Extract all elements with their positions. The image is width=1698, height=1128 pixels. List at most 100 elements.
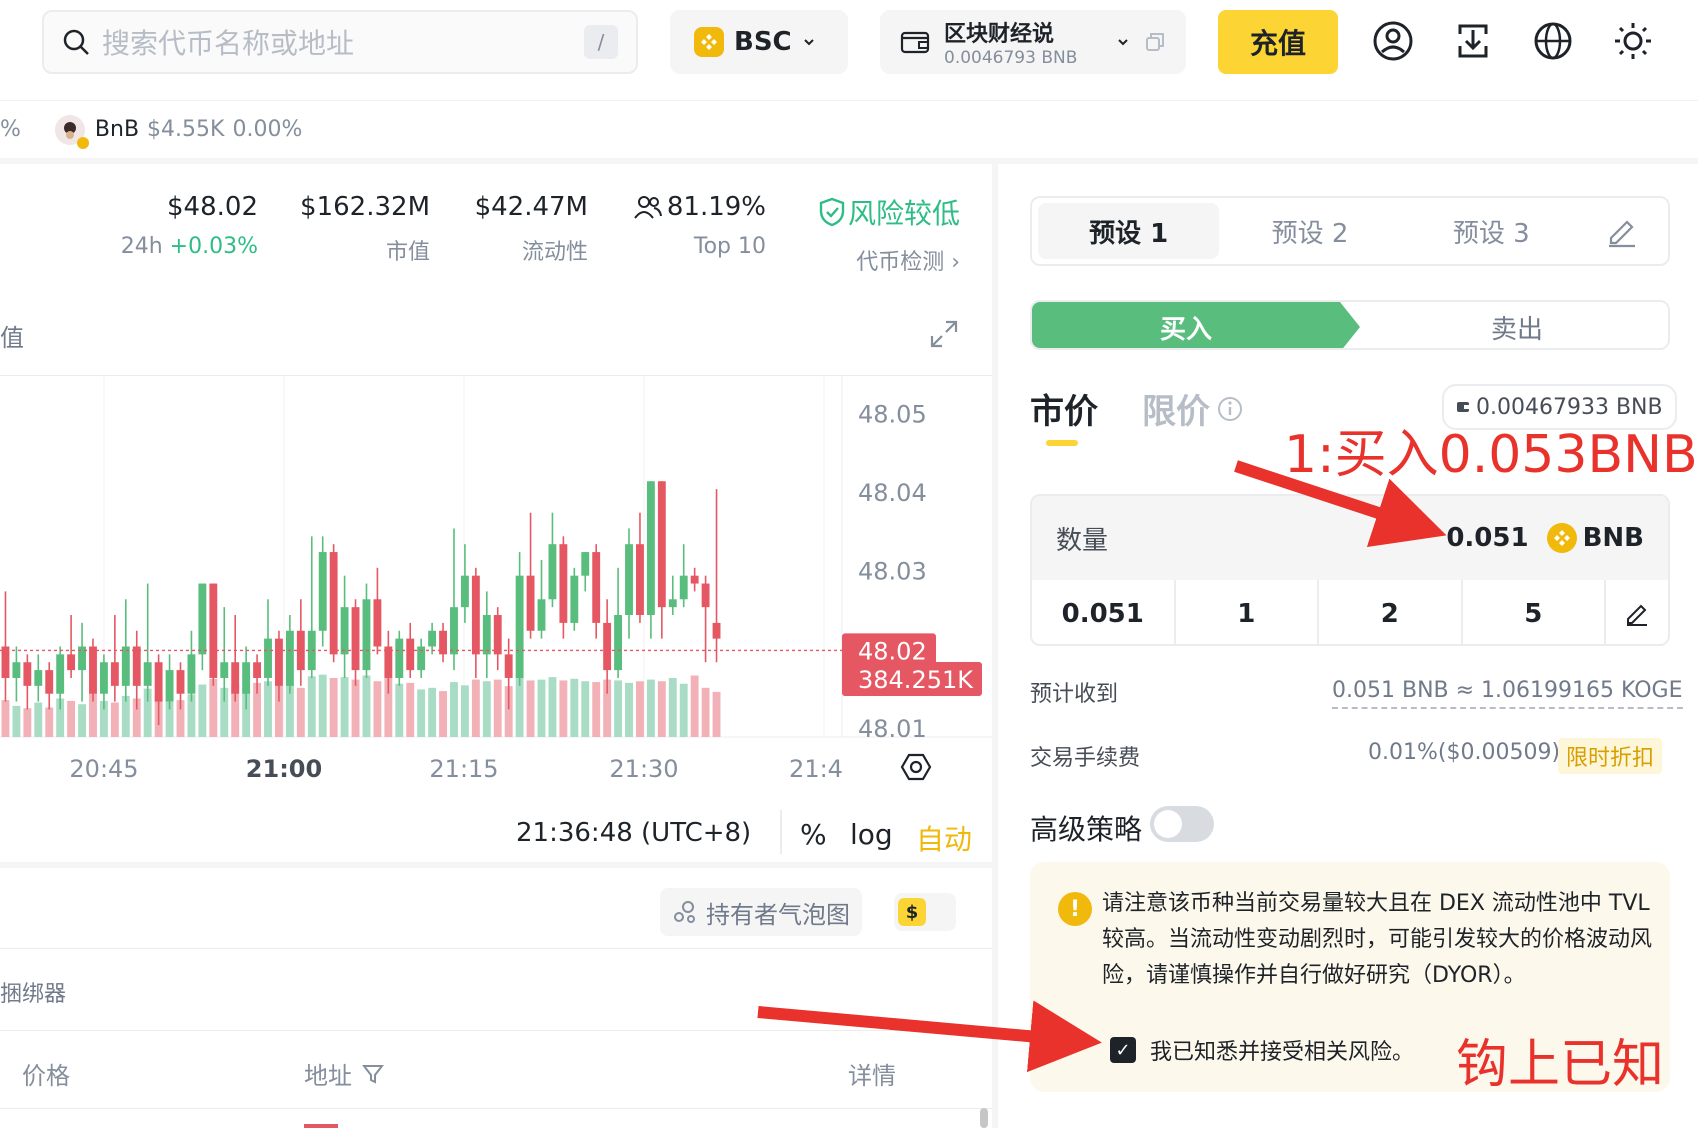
- column-header-price[interactable]: 价格: [22, 1056, 70, 1091]
- quick-amount-1[interactable]: 0.051: [1032, 580, 1176, 644]
- copy-icon[interactable]: [1144, 31, 1166, 53]
- holder-bubble-button[interactable]: 持有者气泡图: [660, 888, 862, 936]
- y-tick-label: 48.05: [858, 400, 927, 428]
- tab-preset-3[interactable]: 预设 3: [1401, 203, 1582, 259]
- stat-risk[interactable]: 风险较低 代币检测 ›: [808, 192, 960, 276]
- scrollbar[interactable]: [980, 1108, 988, 1128]
- candle-body: [614, 615, 623, 671]
- ticker-price: $4.55K: [147, 117, 225, 142]
- volume-bar: [537, 679, 546, 737]
- chevron-down-icon: [803, 39, 814, 46]
- candle-body: [450, 607, 458, 655]
- candle-body: [362, 599, 371, 671]
- chart-settings-icon[interactable]: [900, 753, 932, 781]
- holders-icon: [634, 196, 662, 219]
- bnb-coin-icon: [1546, 523, 1577, 553]
- volume-bar: [570, 678, 579, 737]
- risk-ack-checkbox[interactable]: ✓: [1110, 1037, 1136, 1063]
- auto-toggle[interactable]: 自动: [916, 818, 972, 858]
- ticker-token-icon: [54, 114, 89, 149]
- volume-bar: [548, 677, 557, 737]
- market-cap-value: $162.32M: [300, 192, 430, 222]
- deposit-button[interactable]: 充值: [1218, 10, 1338, 74]
- volume-bar: [701, 687, 710, 737]
- info-icon[interactable]: [1216, 395, 1244, 423]
- candle-body: [406, 638, 415, 671]
- toggle-knob: [1154, 810, 1182, 838]
- ticker-prev-fragment: %: [0, 117, 21, 142]
- quick-amounts: 0.051 1 2 5: [1032, 580, 1668, 644]
- edit-presets-button[interactable]: [1582, 203, 1662, 259]
- column-address-label: 地址: [304, 1062, 352, 1090]
- volume-bar: [439, 691, 447, 737]
- volume-bar: [318, 674, 327, 737]
- column-header-detail[interactable]: 详情: [848, 1056, 896, 1091]
- divider: [0, 1108, 992, 1109]
- candle-body: [264, 638, 272, 678]
- risk-ack-checkbox-row[interactable]: ✓ 我已知悉并接受相关风险。: [1110, 1034, 1414, 1066]
- advanced-strategy-toggle[interactable]: [1150, 806, 1214, 842]
- language-globe-icon[interactable]: [1530, 18, 1576, 64]
- volume-bar: [471, 679, 480, 737]
- warning-icon: !: [1058, 892, 1092, 926]
- candle-body: [34, 670, 43, 686]
- candle-body: [99, 662, 108, 694]
- stat-market-cap: $162.32M 市值: [290, 192, 430, 266]
- bnb-chain-icon: [694, 27, 724, 57]
- divider: [0, 158, 1698, 164]
- tab-preset-2[interactable]: 预设 2: [1219, 203, 1400, 259]
- log-toggle[interactable]: log: [850, 818, 893, 851]
- percent-toggle[interactable]: %: [800, 818, 827, 851]
- liquidity-label: 流动性: [521, 240, 588, 265]
- candle-body: [548, 544, 557, 600]
- tab-market-order[interactable]: 市价: [1030, 384, 1098, 433]
- token-check-link[interactable]: 代币检测 ›: [808, 244, 960, 276]
- quick-amount-4[interactable]: 5: [1463, 580, 1606, 644]
- volume-label: 384.251K: [858, 666, 974, 694]
- ticker-name[interactable]: BnB: [95, 117, 139, 142]
- search-bar[interactable]: 搜索代币名称或地址 /: [42, 10, 638, 74]
- column-header-address[interactable]: 地址: [304, 1056, 384, 1091]
- divider: [0, 862, 992, 868]
- quantity-label: 数量: [1056, 525, 1109, 556]
- candle-body: [23, 662, 32, 686]
- account-icon[interactable]: [1370, 18, 1416, 64]
- quick-amount-3[interactable]: 2: [1319, 580, 1463, 644]
- volume-bar: [340, 677, 349, 737]
- current-price-label: 48.02: [858, 637, 927, 665]
- x-tick-label: 21:4: [789, 755, 843, 783]
- tab-limit-order[interactable]: 限价: [1142, 384, 1244, 433]
- candle-body: [176, 670, 185, 694]
- quick-amount-2[interactable]: 1: [1176, 580, 1319, 644]
- candle-body: [220, 662, 229, 678]
- currency-toggle[interactable]: $: [894, 893, 956, 931]
- volume-bar: [296, 687, 305, 737]
- chain-selector[interactable]: BSC: [670, 10, 848, 74]
- volume-bar: [78, 704, 86, 737]
- candle-body: [198, 583, 207, 655]
- search-input[interactable]: 搜索代币名称或地址: [102, 22, 584, 62]
- x-tick-label: 21:30: [609, 755, 678, 783]
- candle-body: [275, 638, 283, 686]
- wallet-selector[interactable]: 区块财经说 0.0046793 BNB: [880, 10, 1186, 74]
- quantity-field[interactable]: 数量 0.051 BNB: [1032, 496, 1668, 580]
- buy-tab[interactable]: 买入: [1032, 302, 1360, 348]
- tab-preset-1[interactable]: 预设 1: [1038, 203, 1220, 259]
- candle-body: [253, 662, 262, 678]
- volume-bar: [460, 685, 469, 737]
- candle-body: [712, 622, 721, 639]
- theme-sun-icon[interactable]: [1610, 18, 1656, 64]
- filter-icon[interactable]: [362, 1063, 384, 1085]
- edit-quick-amounts[interactable]: [1606, 580, 1668, 644]
- sell-tab[interactable]: 卖出: [1362, 302, 1668, 348]
- download-icon[interactable]: [1450, 18, 1496, 64]
- candle-body: [45, 670, 54, 694]
- panel-divider: [992, 164, 998, 1128]
- candle-body: [592, 552, 601, 623]
- quantity-input[interactable]: 0.051: [1446, 523, 1528, 553]
- row-marker: [304, 1124, 338, 1128]
- price-chart[interactable]: 48.0548.0448.0348.0148.0248.02384.251K20…: [0, 375, 992, 815]
- candle-body: [373, 599, 382, 647]
- expand-icon[interactable]: [928, 318, 960, 350]
- volume-bar: [450, 682, 458, 737]
